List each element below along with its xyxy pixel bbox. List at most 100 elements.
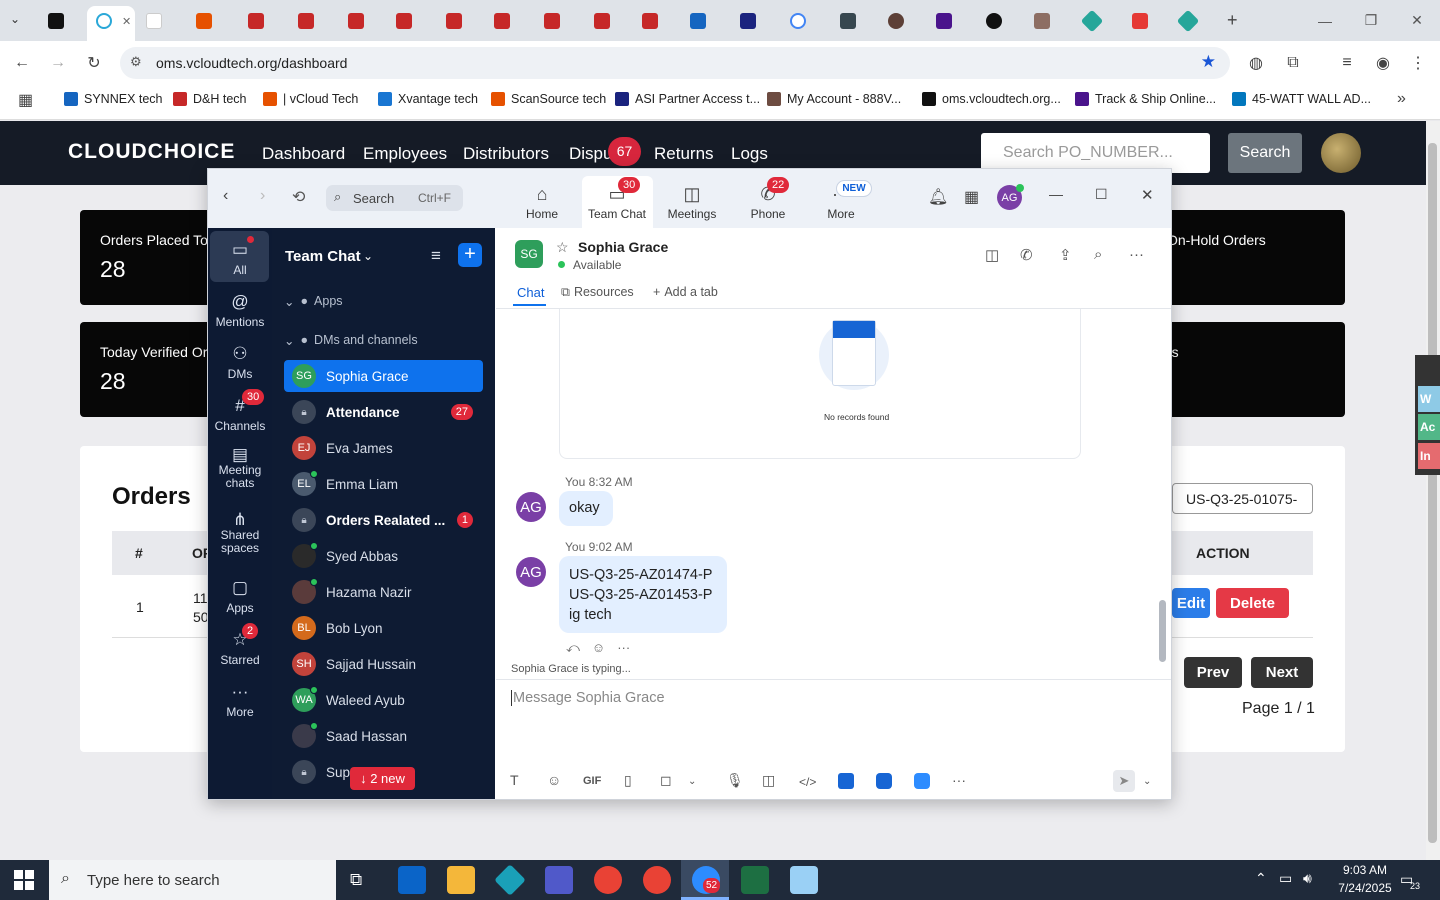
filter-icon[interactable]: ≡ [431, 246, 441, 266]
tab[interactable] [494, 8, 510, 34]
tab[interactable] [888, 8, 904, 34]
nav-returns[interactable]: Returns [654, 144, 714, 164]
message-bubble[interactable]: US-Q3-25-AZ01474-P US-Q3-25-AZ01453-P ig… [559, 556, 727, 633]
rail-shared-spaces[interactable]: ⋔ Shared spaces [211, 511, 269, 555]
reload-icon[interactable]: ↻ [83, 52, 105, 74]
maximize-icon[interactable]: ❐ [1348, 0, 1394, 41]
side-tab-ac[interactable]: Ac [1418, 414, 1440, 440]
contact-item[interactable]: WA Waleed Ayub [284, 684, 483, 716]
new-tab-icon[interactable]: + [1227, 10, 1238, 31]
app-icon[interactable] [838, 773, 854, 789]
zoom-app-icon[interactable] [876, 773, 892, 789]
minimize-icon[interactable]: — [1302, 0, 1348, 41]
zoom-maximize-icon[interactable]: ☐ [1095, 186, 1108, 203]
contact-item[interactable]: Syed Abbas [284, 540, 483, 572]
menu-icon[interactable]: ⋮ [1407, 52, 1429, 74]
prev-button[interactable]: Prev [1184, 657, 1242, 688]
taskbar-search-input[interactable]: ⌕ Type here to search [49, 860, 336, 900]
file-icon[interactable]: ▯ [624, 772, 632, 789]
tab[interactable] [790, 8, 806, 34]
po-search-button[interactable]: Search [1228, 133, 1302, 173]
windows-start-icon[interactable] [14, 870, 34, 890]
bookmark-item[interactable]: SYNNEX tech [64, 92, 163, 106]
chat-more-icon[interactable]: ··· [1129, 246, 1144, 263]
rail-more[interactable]: ··· More [211, 682, 269, 719]
bookmark-item[interactable]: D&H tech [173, 92, 247, 106]
new-chat-button[interactable]: + [458, 243, 482, 267]
outlook-icon[interactable] [398, 866, 426, 894]
zoom-back-icon[interactable]: ‹ [223, 187, 228, 205]
send-icon[interactable]: ➤ [1113, 770, 1135, 792]
tab[interactable] [348, 8, 364, 34]
nav-dashboard[interactable]: Dashboard [262, 144, 345, 164]
next-button[interactable]: Next [1251, 657, 1313, 688]
chat-contact-name[interactable]: Sophia Grace [578, 239, 668, 255]
tab[interactable] [690, 8, 706, 34]
tab[interactable] [196, 8, 212, 34]
bookmark-item[interactable]: | vCloud Tech [263, 92, 358, 106]
app-icon[interactable] [790, 866, 818, 894]
team-chat-dropdown-icon[interactable]: ⌄ [363, 249, 373, 263]
tab[interactable] [642, 8, 658, 34]
edit-button[interactable]: Edit [1172, 588, 1210, 618]
reply-icon[interactable]: ⤺ [566, 640, 580, 656]
contact-item[interactable]: EJ Eva James [284, 432, 483, 464]
tab[interactable] [396, 8, 412, 34]
tab[interactable] [1080, 8, 1104, 34]
contact-item[interactable]: 🔒︎ Orders Realated ... 1 [284, 504, 483, 536]
address-bar[interactable]: ⚙ oms.vcloudtech.org/dashboard ★ [120, 47, 1230, 79]
user-avatar[interactable] [1321, 133, 1361, 173]
tab-search-chevron-icon[interactable]: ⌄ [10, 12, 20, 26]
tab[interactable] [986, 8, 1002, 34]
message-input[interactable]: Message Sophia Grace [511, 690, 665, 706]
tab[interactable] [298, 8, 314, 34]
orders-search-input[interactable]: US-Q3-25-01075- [1172, 483, 1313, 514]
rail-all[interactable]: ▭ All [211, 240, 269, 277]
tab[interactable] [594, 8, 610, 34]
zoom-nav-home[interactable]: ⌂ Home [520, 184, 564, 221]
tab-chat[interactable]: Chat [517, 285, 544, 300]
site-info-icon[interactable]: ⚙ [130, 54, 142, 70]
emoji-reaction-icon[interactable]: ☺ [592, 640, 605, 656]
share-screen-icon[interactable]: ⇪ [1059, 246, 1072, 264]
rail-mentions[interactable]: @ Mentions [211, 292, 269, 329]
nav-employees[interactable]: Employees [363, 144, 447, 164]
notification-bell-icon[interactable]: 🔔︎ [928, 187, 948, 207]
contact-item[interactable]: SH Sajjad Hussain [284, 648, 483, 680]
site-logo[interactable]: CLOUDCHOICE [68, 140, 235, 164]
task-view-icon[interactable]: ⧉ [350, 870, 362, 890]
message-avatar[interactable]: AG [516, 492, 546, 522]
bookmark-item[interactable]: ASI Partner Access t... [615, 92, 760, 106]
rail-dms[interactable]: ⚇ DMs [211, 344, 269, 381]
tray-chevron-icon[interactable]: ⌃ [1255, 870, 1267, 887]
back-icon[interactable]: ← [11, 52, 33, 74]
side-tab-in[interactable]: In [1418, 443, 1440, 469]
zoom-forward-icon[interactable]: › [260, 187, 265, 205]
calendar-icon[interactable]: ▦ [964, 187, 979, 207]
media-control-icon[interactable]: ≡ [1336, 52, 1358, 74]
message-bubble[interactable]: okay [559, 491, 613, 526]
tab[interactable] [1176, 8, 1200, 34]
zoom-app-icon[interactable] [914, 773, 930, 789]
rail-apps[interactable]: ▢ Apps [211, 578, 269, 615]
zoom-minimize-icon[interactable]: — [1049, 186, 1063, 202]
bookmark-item[interactable]: 45-WATT WALL AD... [1232, 92, 1371, 106]
send-options-chevron-icon[interactable]: ⌄ [1143, 776, 1151, 787]
apps-grid-icon[interactable]: ▦ [18, 90, 33, 110]
tab[interactable] [48, 8, 64, 34]
bookmark-item[interactable]: ScanSource tech [491, 92, 606, 106]
delete-button[interactable]: Delete [1216, 588, 1289, 618]
tab-add[interactable]: + Add a tab [653, 285, 718, 299]
tab[interactable] [1132, 8, 1148, 34]
file-explorer-icon[interactable] [447, 866, 475, 894]
bookmark-item[interactable]: Xvantage tech [378, 92, 478, 106]
compose-more-icon[interactable]: ··· [952, 772, 966, 788]
more-bookmarks-icon[interactable]: » [1397, 90, 1406, 108]
tab[interactable] [840, 8, 856, 34]
message-more-icon[interactable]: ··· [617, 640, 630, 656]
chat-search-icon[interactable]: ⌕ [1094, 246, 1102, 263]
text-format-icon[interactable]: T [510, 772, 519, 788]
side-tab-w[interactable]: W [1418, 386, 1440, 412]
zoom-close-icon[interactable]: ✕ [1141, 186, 1154, 204]
zoom-history-icon[interactable]: ⟲ [292, 187, 305, 207]
